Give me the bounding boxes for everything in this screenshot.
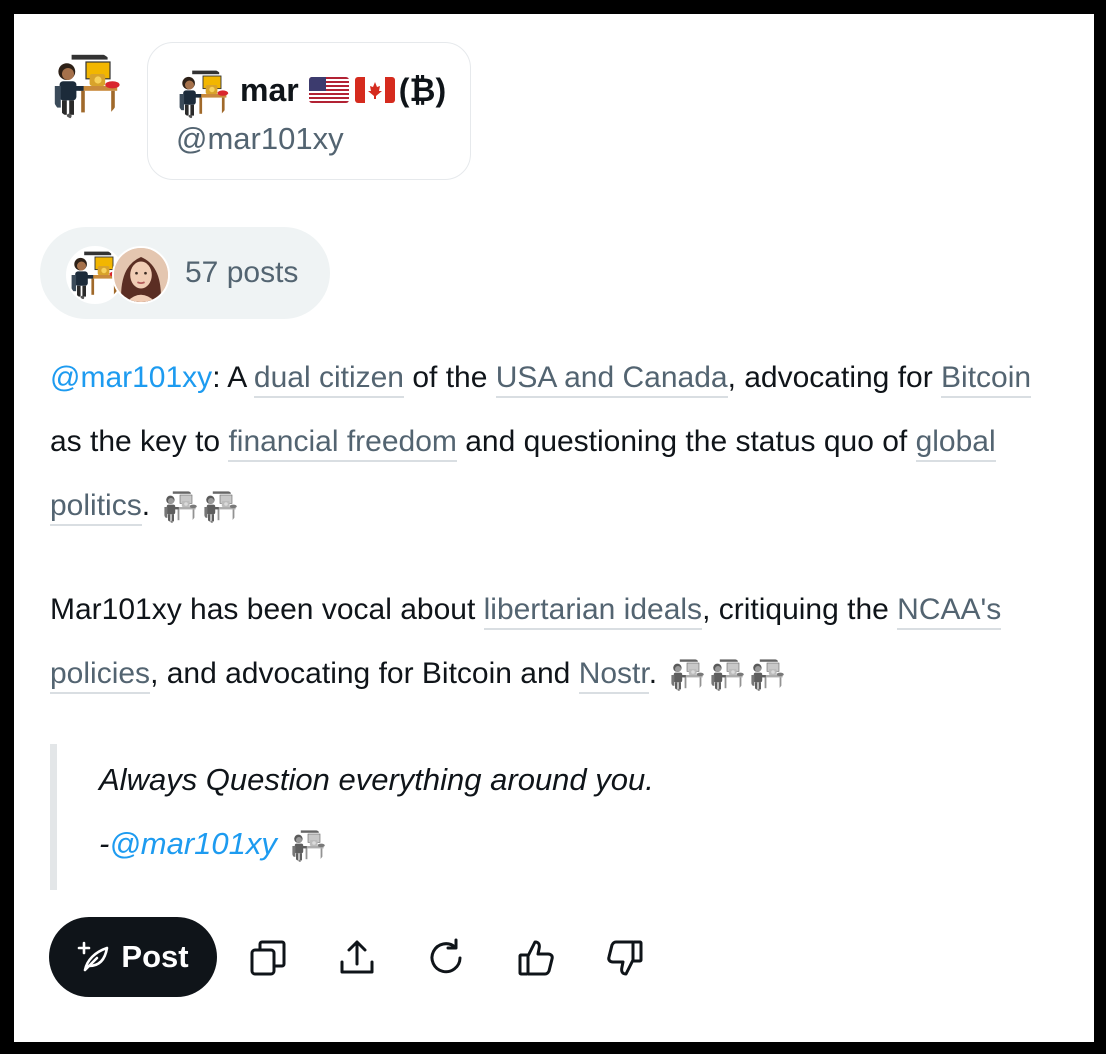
term-link-nostr[interactable]: Nostr (578, 657, 649, 694)
source-avatar-icon[interactable] (202, 489, 238, 525)
term-link-libertarian-ideals[interactable]: libertarian ideals (483, 593, 703, 630)
avatar-image (50, 50, 122, 122)
post-button[interactable]: Post (49, 917, 217, 997)
author-chip[interactable]: mar (₿) @mar101xy (147, 42, 471, 180)
profile-avatar[interactable] (50, 50, 122, 122)
author-handle: @mar101xy (176, 121, 344, 156)
source-avatar-icon[interactable] (669, 657, 705, 693)
thumbs-down-button[interactable] (601, 934, 649, 982)
quote-attribution: -@mar101xy (99, 824, 326, 864)
canada-flag-icon (354, 77, 395, 103)
text-span: of the (404, 361, 496, 394)
author-avatar (176, 67, 230, 121)
source-avatar-icon[interactable] (290, 828, 326, 864)
text-span: , critiquing the (702, 593, 898, 626)
post-button-label: Post (121, 939, 189, 974)
summary-paragraph: @mar101xy: A dual citizen of the USA and… (50, 346, 1060, 538)
thumbs-down-icon (607, 940, 643, 976)
post-avatar-portrait (112, 246, 170, 304)
text-span: . (648, 657, 658, 690)
copy-button[interactable] (244, 934, 292, 982)
text-span: as the key to (50, 425, 229, 458)
posts-pill[interactable]: 57 posts (40, 227, 330, 319)
quote-mention-link[interactable]: @mar101xy (109, 826, 277, 861)
posts-count: 57 posts (185, 256, 299, 289)
source-avatar-icon[interactable] (709, 657, 745, 693)
share-icon (340, 940, 374, 974)
quote-dash: - (99, 826, 110, 861)
quote-text: Always Question everything around you. (99, 762, 654, 797)
mention-link[interactable]: @mar101xy (50, 361, 212, 394)
term-link-usa-canada[interactable]: USA and Canada (495, 361, 728, 398)
text-span: Mar101xy has been vocal about (50, 593, 484, 626)
text-span: and questioning the status quo of (456, 425, 916, 458)
source-avatar-icon[interactable] (749, 657, 785, 693)
text-span: , and advocating for Bitcoin and (150, 657, 579, 690)
copy-icon (250, 940, 286, 976)
author-name: mar (₿) (240, 71, 446, 109)
regenerate-icon (430, 938, 462, 974)
share-button[interactable] (333, 934, 381, 982)
thumbs-up-button[interactable] (512, 934, 560, 982)
text-span: : A (212, 361, 254, 394)
profile-card: mar (₿) @mar101xy 57 posts @mar101xy: A … (14, 14, 1094, 1042)
bitcoin-tag: (₿) (398, 72, 447, 108)
text-span: . (141, 489, 151, 522)
post-compose-icon (78, 941, 109, 972)
thumbs-up-icon (518, 940, 554, 976)
source-avatar-icon[interactable] (162, 489, 198, 525)
detail-paragraph: Mar101xy has been vocal about libertaria… (50, 578, 1060, 706)
blockquote: Always Question everything around you. -… (50, 744, 757, 890)
term-link-dual-citizen[interactable]: dual citizen (253, 361, 404, 398)
text-span: , advocating for (727, 361, 942, 394)
term-link-bitcoin[interactable]: Bitcoin (941, 361, 1032, 398)
regenerate-button[interactable] (422, 934, 470, 982)
term-link-financial-freedom[interactable]: financial freedom (228, 425, 457, 462)
us-flag-icon (308, 77, 349, 103)
author-name-text: mar (240, 72, 299, 108)
